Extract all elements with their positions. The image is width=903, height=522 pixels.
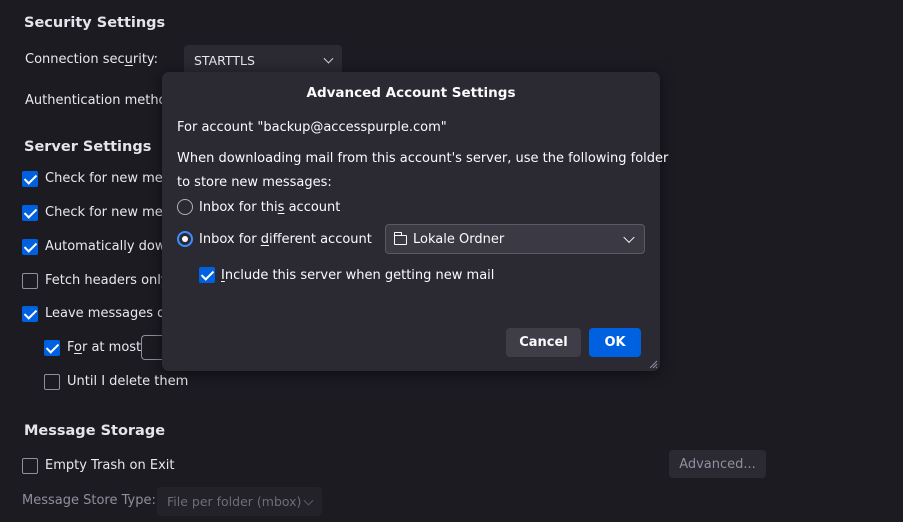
ok-button[interactable]: OK <box>589 328 641 357</box>
chevron-down-icon <box>623 231 635 244</box>
inbox-different-account-label[interactable]: Inbox for different account <box>199 232 372 247</box>
for-at-most-label: For at most <box>67 340 142 355</box>
inbox-this-account-label[interactable]: Inbox for this account <box>199 200 340 215</box>
check-new-messages-label: Check for new mes <box>45 171 170 186</box>
include-server-checkbox[interactable] <box>199 267 215 283</box>
for-at-most-checkbox[interactable] <box>44 340 60 356</box>
description-line-1: When downloading mail from this account'… <box>177 151 669 166</box>
advanced-storage-button[interactable]: Advanced... <box>669 450 766 478</box>
empty-trash-label: Empty Trash on Exit <box>45 458 175 473</box>
check-new-messages-interval-label: Check for new mes <box>45 205 170 220</box>
destination-folder-value: Lokale Ordner <box>413 231 505 247</box>
leave-messages-checkbox[interactable] <box>22 306 38 322</box>
check-new-messages-checkbox[interactable] <box>22 171 38 187</box>
until-delete-label: Until I delete them <box>67 374 189 389</box>
fetch-headers-checkbox[interactable] <box>22 273 38 289</box>
connection-security-value: STARTTLS <box>194 52 255 68</box>
cancel-button[interactable]: Cancel <box>506 328 581 357</box>
destination-folder-select[interactable]: Lokale Ordner <box>385 224 645 254</box>
dialog-title: Advanced Account Settings <box>306 85 516 101</box>
inbox-this-account-radio[interactable] <box>177 199 193 215</box>
until-delete-checkbox[interactable] <box>44 374 60 390</box>
description-line-2: to store new messages: <box>177 175 332 190</box>
folder-icon <box>393 231 407 245</box>
connection-security-label: Connection security: <box>25 52 159 67</box>
include-server-label[interactable]: Include this server when getting new mai… <box>221 268 494 283</box>
message-store-type-label: Message Store Type: <box>22 493 156 508</box>
message-storage-heading: Message Storage <box>24 423 166 439</box>
leave-messages-label: Leave messages or <box>45 306 171 321</box>
security-settings-heading: Security Settings <box>24 15 166 31</box>
check-new-messages-interval-checkbox[interactable] <box>22 205 38 221</box>
resize-grip-icon[interactable] <box>649 360 658 369</box>
auto-download-checkbox[interactable] <box>22 239 38 255</box>
message-store-type-select: File per folder (mbox) <box>157 487 322 516</box>
empty-trash-checkbox[interactable] <box>22 458 38 474</box>
account-line: For account "backup@accesspurple.com" <box>177 120 447 135</box>
authentication-method-label: Authentication metho <box>25 93 167 108</box>
connection-security-select[interactable]: STARTTLS <box>184 45 342 75</box>
server-settings-heading: Server Settings <box>24 139 152 155</box>
message-store-type-value: File per folder (mbox) <box>167 494 302 509</box>
advanced-account-settings-dialog: Advanced Account Settings For account "b… <box>162 72 668 371</box>
chevron-down-icon <box>303 495 314 506</box>
fetch-headers-label: Fetch headers only <box>45 273 169 288</box>
chevron-down-icon <box>323 53 334 64</box>
auto-download-label: Automatically dowr <box>45 239 171 254</box>
inbox-different-account-radio[interactable] <box>177 231 193 247</box>
